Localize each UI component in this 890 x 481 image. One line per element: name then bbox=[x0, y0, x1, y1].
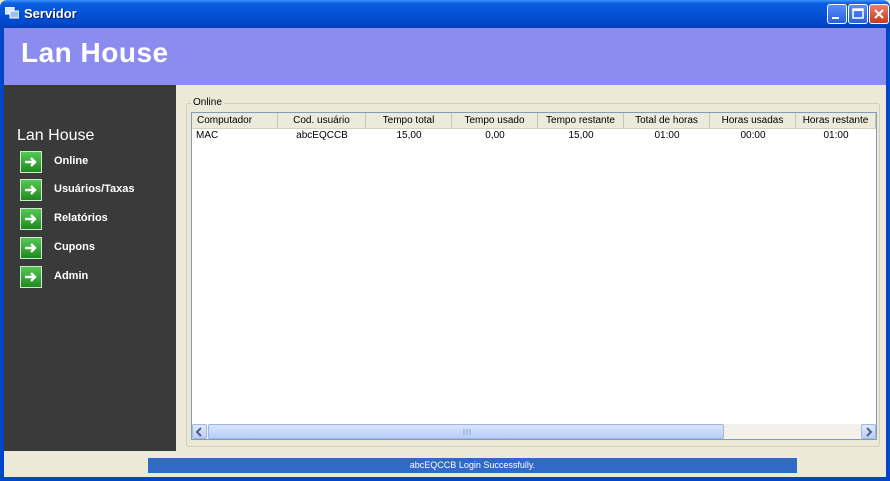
arrow-right-icon bbox=[20, 208, 42, 230]
arrow-right-icon bbox=[20, 266, 42, 288]
cell-horas-restante: 01:00 bbox=[823, 130, 849, 141]
sidebar-item-label: Online bbox=[54, 155, 89, 167]
sidebar-item-cupons[interactable]: Cupons bbox=[20, 237, 170, 259]
header-banner: Lan House bbox=[4, 28, 886, 85]
sidebar-item-online[interactable]: Online bbox=[20, 151, 170, 173]
arrow-right-icon bbox=[20, 151, 42, 173]
horizontal-scrollbar[interactable] bbox=[192, 424, 876, 439]
column-header-tempo-restante[interactable]: Tempo restante bbox=[538, 113, 624, 128]
maximize-button[interactable] bbox=[848, 4, 868, 24]
column-header-horas-usadas[interactable]: Horas usadas bbox=[710, 113, 796, 128]
sidebar-item-label: Usuários/Taxas bbox=[54, 183, 135, 195]
minimize-button[interactable] bbox=[827, 4, 847, 24]
maximize-icon bbox=[852, 8, 864, 19]
window-title: Servidor bbox=[24, 6, 77, 21]
server-app-icon bbox=[5, 7, 19, 19]
column-header-horas-restante[interactable]: Horas restante bbox=[796, 113, 876, 128]
minimize-icon bbox=[832, 17, 839, 19]
sidebar-item-admin[interactable]: Admin bbox=[20, 266, 170, 288]
status-message: abcEQCCB Login Successfully. bbox=[148, 458, 797, 473]
chevron-left-icon bbox=[195, 427, 202, 437]
cell-tempo-restante: 15,00 bbox=[568, 130, 594, 141]
sidebar-title: Lan House bbox=[17, 127, 95, 144]
scrollbar-thumb[interactable] bbox=[208, 424, 724, 439]
scroll-right-button[interactable] bbox=[861, 424, 876, 439]
column-header-cod-usuario[interactable]: Cod. usuário bbox=[278, 113, 366, 128]
column-header-tempo-total[interactable]: Tempo total bbox=[366, 113, 452, 128]
listview-header: Computador Cod. usuário Tempo total Temp… bbox=[192, 113, 876, 129]
column-header-total-de-horas[interactable]: Total de horas bbox=[624, 113, 710, 128]
cell-tempo-total: 15,00 bbox=[396, 130, 422, 141]
column-header-computador[interactable]: Computador bbox=[192, 113, 278, 128]
column-header-tempo-usado[interactable]: Tempo usado bbox=[452, 113, 538, 128]
cell-total-de-horas: 01:00 bbox=[654, 130, 680, 141]
sidebar-item-label: Relatórios bbox=[54, 212, 108, 224]
cell-horas-usadas: 00:00 bbox=[740, 130, 766, 141]
sidebar-item-relatorios[interactable]: Relatórios bbox=[20, 208, 170, 230]
arrow-right-icon bbox=[20, 237, 42, 259]
grip-icon bbox=[463, 429, 471, 435]
sidebar-item-label: Cupons bbox=[54, 241, 95, 253]
arrow-right-icon bbox=[20, 179, 42, 201]
close-icon bbox=[874, 9, 884, 19]
sidebar-item-label: Admin bbox=[54, 270, 89, 282]
cell-tempo-usado: 0,00 bbox=[485, 130, 505, 141]
sidebar: Lan House Online Usuários/Taxas Relatóri… bbox=[4, 85, 176, 451]
chevron-right-icon bbox=[866, 427, 873, 437]
header-title: Lan House bbox=[21, 37, 169, 68]
close-button[interactable] bbox=[869, 4, 889, 24]
cell-computador: MAC bbox=[196, 130, 219, 141]
window-titlebar[interactable]: Servidor bbox=[0, 0, 890, 28]
scroll-left-button[interactable] bbox=[192, 424, 207, 439]
online-groupbox-label: Online bbox=[191, 97, 224, 108]
table-row[interactable]: MAC abcEQCCB 15,00 0,00 15,00 01:00 00:0… bbox=[192, 129, 876, 143]
online-listview[interactable]: Computador Cod. usuário Tempo total Temp… bbox=[191, 112, 877, 440]
cell-cod-usuario: abcEQCCB bbox=[296, 130, 348, 141]
sidebar-item-usuarios-taxas[interactable]: Usuários/Taxas bbox=[20, 179, 170, 201]
